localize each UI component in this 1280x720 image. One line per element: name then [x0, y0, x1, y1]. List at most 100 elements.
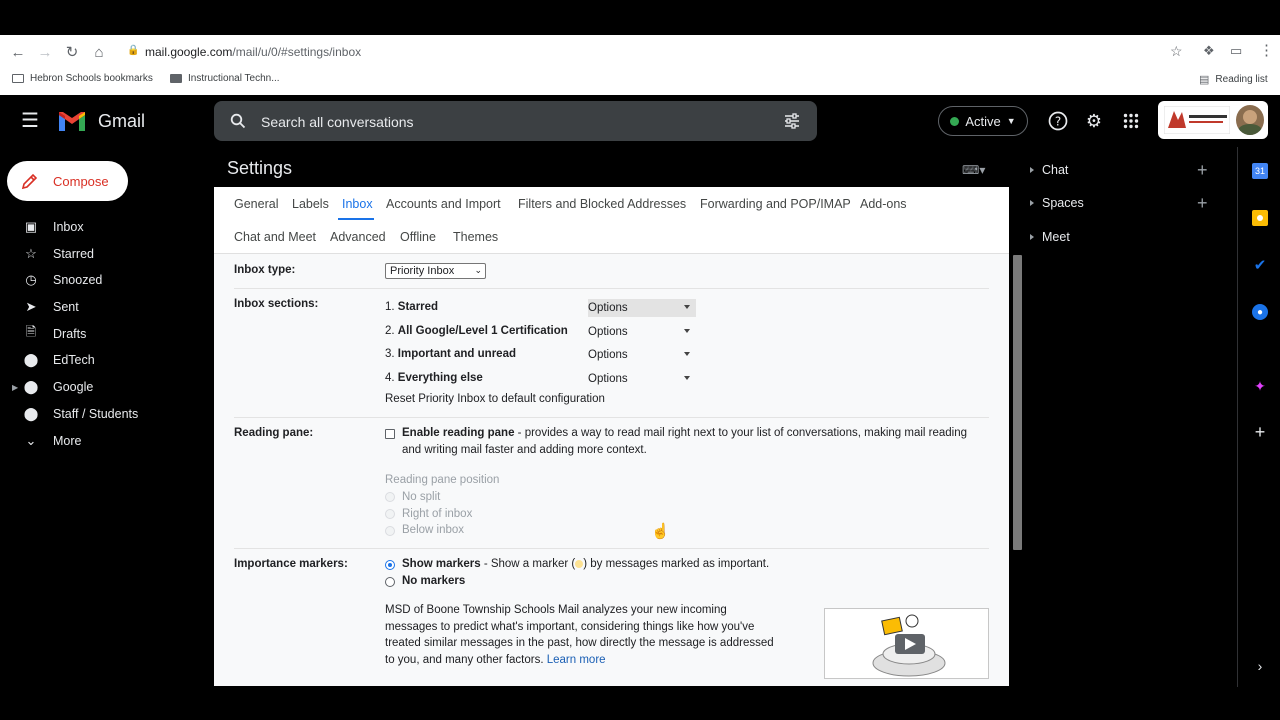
browser-menu-icon[interactable]: ⋮ — [1259, 41, 1274, 59]
label-icon: ⬤ — [23, 379, 39, 394]
main-menu-icon[interactable]: ☰ — [21, 108, 39, 133]
reload-icon[interactable]: ↻ — [61, 41, 83, 63]
sidebar-item-more[interactable]: ⌄ More — [0, 428, 210, 454]
cast-icon[interactable]: ▭ — [1230, 43, 1242, 59]
status-selector[interactable]: Active ▼ — [938, 106, 1028, 136]
section-everything-else: 4. Everything else — [385, 372, 483, 384]
learn-more-link[interactable]: Learn more — [547, 654, 606, 666]
draft-file-icon: 🗎 — [25, 324, 37, 339]
meet-section[interactable]: Meet — [1030, 230, 1070, 244]
chat-section[interactable]: Chat — [1030, 163, 1068, 177]
divider — [234, 288, 989, 289]
tab-offline[interactable]: Offline — [400, 230, 436, 244]
avatar — [1236, 105, 1264, 135]
sidebar-item-edtech[interactable]: ⬤ EdTech — [0, 347, 210, 373]
sidebar-item-label: Google — [53, 380, 94, 394]
below-inbox-radio[interactable] — [385, 526, 395, 536]
importance-info-text: MSD of Boone Township Schools Mail analy… — [385, 604, 774, 666]
tab-advanced[interactable]: Advanced — [330, 230, 386, 244]
sidebar-item-snoozed[interactable]: ◷ Snoozed — [0, 267, 210, 293]
gear-icon[interactable]: ⚙ — [1082, 109, 1106, 133]
chevron-right-icon[interactable]: › — [1252, 658, 1268, 674]
right-of-inbox-radio[interactable] — [385, 509, 395, 519]
sidebar-item-google[interactable]: ▶ ⬤ Google — [0, 374, 210, 400]
account-button[interactable] — [1158, 101, 1268, 139]
importance-video-thumbnail[interactable] — [824, 608, 989, 679]
section-options-dropdown[interactable]: Options — [588, 299, 696, 317]
apps-grid-icon[interactable] — [1119, 109, 1143, 133]
active-tab-indicator — [338, 218, 374, 220]
inbox-type-label: Inbox type: — [234, 264, 296, 276]
organization-logo — [1164, 106, 1230, 134]
inbox-sections-label: Inbox sections: — [234, 298, 319, 310]
page-title: Settings — [227, 158, 293, 178]
keep-icon[interactable] — [1252, 210, 1268, 226]
new-chat-plus-icon[interactable]: + — [1197, 160, 1208, 181]
sidebar-item-label: EdTech — [53, 353, 95, 367]
section-options-dropdown[interactable]: Options — [588, 346, 696, 364]
no-split-radio[interactable] — [385, 492, 395, 502]
address-bar[interactable]: 🔒 mail.google.com/mail/u/0/#settings/inb… — [118, 39, 1194, 65]
settings-panel: General Labels Inbox Accounts and Import… — [214, 187, 1009, 686]
tab-addons[interactable]: Add-ons — [860, 197, 907, 211]
tab-filters[interactable]: Filters and Blocked Addresses — [518, 197, 686, 211]
tasks-icon[interactable]: ✔ — [1252, 257, 1268, 274]
section-options-dropdown[interactable]: Options — [588, 370, 696, 388]
enable-reading-pane-checkbox[interactable] — [385, 429, 395, 439]
label-icon: ⬤ — [23, 406, 39, 421]
compose-label: Compose — [53, 173, 109, 189]
new-space-plus-icon[interactable]: + — [1197, 193, 1208, 214]
sidebar-item-staff-students[interactable]: ⬤ Staff / Students — [0, 401, 210, 427]
sidebar-item-drafts[interactable]: 🗎 Drafts — [0, 321, 210, 347]
chat-label: Chat — [1042, 163, 1069, 177]
status-label: Active — [965, 113, 1001, 129]
chevron-down-icon: ▼ — [1006, 116, 1016, 126]
settings-scrollbar[interactable] — [1013, 255, 1022, 550]
compose-button[interactable]: Compose — [7, 161, 128, 201]
tab-inbox[interactable]: Inbox — [342, 197, 373, 211]
tab-accounts-import[interactable]: Accounts and Import — [386, 197, 501, 211]
tab-chat-meet[interactable]: Chat and Meet — [234, 230, 316, 244]
section-starred: 1. Starred — [385, 301, 439, 313]
sidebar-item-label: Drafts — [53, 327, 87, 341]
extensions-icon[interactable]: ❖ — [1203, 43, 1215, 59]
tab-themes[interactable]: Themes — [453, 230, 498, 244]
calendar-icon[interactable]: 31 — [1252, 163, 1268, 179]
tab-forwarding[interactable]: Forwarding and POP/IMAP — [700, 197, 851, 211]
contacts-icon[interactable]: ● — [1252, 304, 1268, 320]
addon-icon[interactable]: ✦ — [1252, 378, 1268, 394]
below-inbox-label: Below inbox — [402, 524, 465, 536]
sidebar-item-inbox[interactable]: ▣ Inbox — [0, 214, 210, 240]
bookmark-hebron[interactable]: Hebron Schools bookmarks — [12, 73, 153, 84]
show-markers-radio[interactable] — [385, 560, 395, 570]
get-addons-plus-icon[interactable]: + — [1252, 422, 1268, 442]
lock-icon: 🔒 — [127, 45, 140, 56]
mouse-cursor-icon: ☝ — [651, 523, 670, 540]
bookmark-star-icon[interactable]: ☆ — [1170, 43, 1183, 60]
spaces-section[interactable]: Spaces — [1030, 196, 1084, 210]
inbox-type-select[interactable]: Priority Inbox ⌄ — [385, 263, 486, 279]
section-options-dropdown[interactable]: Options — [588, 323, 696, 341]
reset-priority-inbox-link[interactable]: Reset Priority Inbox to default configur… — [385, 391, 605, 408]
help-icon[interactable]: ? — [1046, 109, 1070, 133]
folder-icon — [12, 74, 24, 83]
expand-arrow-icon[interactable]: ▶ — [12, 383, 18, 392]
search-icon[interactable] — [230, 113, 246, 129]
back-icon[interactable]: ← — [7, 41, 29, 63]
sidebar-item-sent[interactable]: ➤ Sent — [0, 294, 210, 320]
label-icon: ⬤ — [23, 352, 39, 367]
keyboard-icon[interactable]: ⌨▾ — [962, 163, 985, 177]
forward-icon[interactable]: → — [34, 41, 56, 63]
home-icon[interactable]: ⌂ — [88, 41, 110, 63]
search-input[interactable]: Search all conversations — [261, 114, 414, 130]
search-bar[interactable]: Search all conversations — [214, 101, 817, 141]
no-markers-radio[interactable] — [385, 577, 395, 587]
tab-general[interactable]: General — [234, 197, 278, 211]
reading-list-button[interactable]: ▤ Reading list — [1199, 73, 1268, 86]
bookmark-label: Instructional Techn... — [188, 73, 280, 84]
tab-labels[interactable]: Labels — [292, 197, 329, 211]
sidebar-item-starred[interactable]: ☆ Starred — [0, 241, 210, 267]
search-options-icon[interactable] — [784, 113, 800, 129]
bookmark-instructional[interactable]: Instructional Techn... — [170, 73, 280, 84]
reading-list-icon: ▤ — [1199, 74, 1210, 86]
